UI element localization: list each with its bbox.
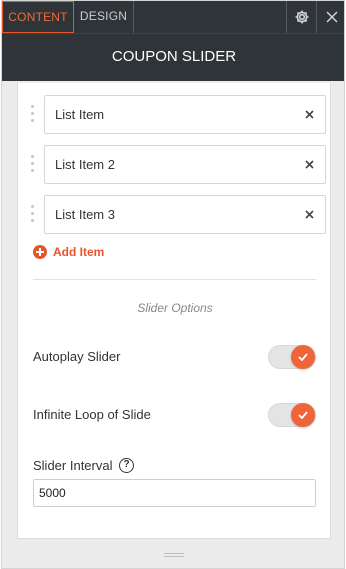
resize-handle[interactable] [164,553,184,559]
content-card: List Item List Item 2 List Item 3 Add It… [17,83,331,539]
remove-item-button[interactable] [301,206,317,222]
toggle-knob [291,345,315,369]
remove-item-button[interactable] [301,106,317,122]
close-icon [304,109,314,119]
check-icon [298,411,308,419]
close-icon [325,11,338,23]
section-title: Slider Options [137,301,213,315]
close-icon [304,159,314,169]
autoplay-toggle[interactable] [268,345,316,369]
list-item-field[interactable]: List Item [44,95,326,134]
autoplay-label: Autoplay Slider [33,349,121,364]
drag-handle-icon[interactable] [31,205,39,225]
tab-content[interactable]: CONTENT [2,1,74,33]
add-item-label: Add Item [53,245,105,259]
list-item: List Item 3 [28,195,328,235]
settings-button[interactable] [286,1,316,33]
tab-bar: CONTENT DESIGN [2,1,344,33]
list-item-field[interactable]: List Item 3 [44,195,326,234]
toggle-knob [291,403,315,427]
list-item-label: List Item [55,107,105,122]
help-icon[interactable]: ? [119,458,134,473]
panel-header: COUPON SLIDER [2,33,344,81]
list-item: List Item [28,95,328,135]
infinite-loop-label: Infinite Loop of Slide [33,407,151,422]
page-title: COUPON SLIDER [111,48,237,65]
add-item-button[interactable]: Add Item [33,243,104,261]
list-item-label: List Item 3 [55,207,115,222]
gear-icon [295,10,308,24]
list-item-field[interactable]: List Item 2 [44,145,326,184]
drag-handle-icon[interactable] [31,105,39,125]
list-item-label: List Item 2 [55,157,115,172]
list-item: List Item 2 [28,145,328,185]
drag-handle-icon[interactable] [31,155,39,175]
close-panel-button[interactable] [316,1,344,33]
tab-design[interactable]: DESIGN [74,1,134,33]
infinite-loop-toggle[interactable] [268,403,316,427]
slider-interval-input[interactable] [33,479,316,507]
close-icon [304,209,314,219]
check-icon [298,353,308,361]
slider-interval-label: Slider Interval [33,458,113,473]
settings-panel: CONTENT DESIGN COUPON SLIDER List Item L… [1,0,345,569]
plus-circle-icon [33,245,47,259]
remove-item-button[interactable] [301,156,317,172]
divider [33,279,316,280]
